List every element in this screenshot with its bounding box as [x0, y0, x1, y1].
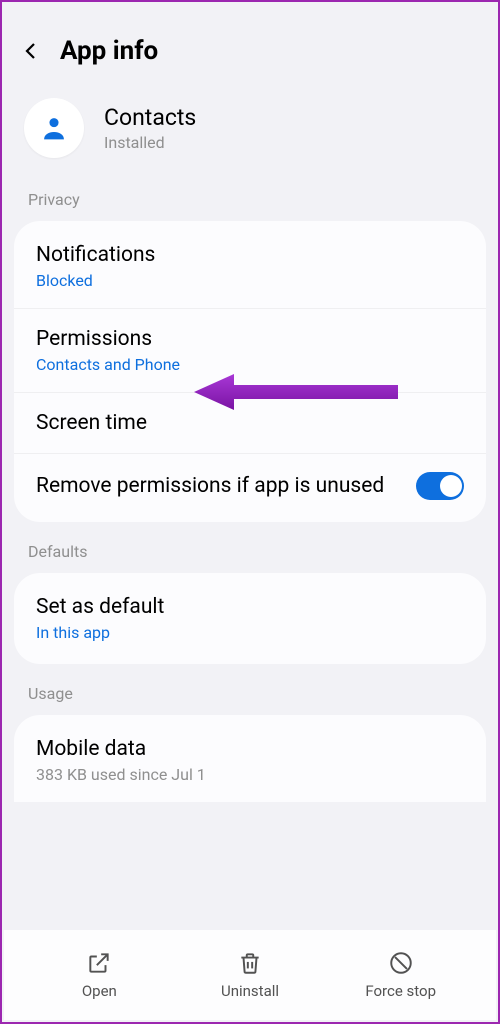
forcestop-label: Force stop — [365, 982, 436, 1000]
notifications-title: Notifications — [36, 243, 464, 267]
uninstall-button[interactable]: Uninstall — [175, 950, 326, 1000]
open-label: Open — [82, 982, 117, 1000]
remove-perms-toggle[interactable] — [416, 472, 464, 500]
screentime-title: Screen time — [36, 411, 464, 435]
permissions-title: Permissions — [36, 327, 464, 351]
trash-icon — [237, 950, 263, 976]
bottom-bar: Open Uninstall Force stop — [4, 930, 496, 1020]
uninstall-label: Uninstall — [221, 982, 279, 1000]
page-title: App info — [60, 36, 158, 66]
notifications-sub: Blocked — [36, 271, 464, 290]
row-screen-time[interactable]: Screen time — [14, 392, 486, 453]
force-stop-button[interactable]: Force stop — [325, 950, 476, 1000]
row-permissions[interactable]: Permissions Contacts and Phone — [14, 308, 486, 392]
set-default-sub: In this app — [36, 623, 464, 642]
row-notifications[interactable]: Notifications Blocked — [14, 225, 486, 308]
section-privacy-label: Privacy — [14, 184, 486, 221]
defaults-card: Set as default In this app — [14, 573, 486, 664]
section-defaults-label: Defaults — [14, 536, 486, 573]
row-set-as-default[interactable]: Set as default In this app — [14, 577, 486, 660]
mobile-data-title: Mobile data — [36, 737, 464, 761]
back-button[interactable] — [20, 40, 42, 62]
usage-card: Mobile data 383 KB used since Jul 1 — [14, 715, 486, 802]
app-name: Contacts — [104, 104, 196, 131]
privacy-card: Notifications Blocked Permissions Contac… — [14, 221, 486, 522]
permissions-sub: Contacts and Phone — [36, 355, 464, 374]
app-header: Contacts Installed — [14, 94, 486, 184]
stop-icon — [388, 950, 414, 976]
set-default-title: Set as default — [36, 595, 464, 619]
open-button[interactable]: Open — [24, 950, 175, 1000]
row-remove-permissions[interactable]: Remove permissions if app is unused — [14, 453, 486, 518]
open-icon — [86, 950, 112, 976]
row-mobile-data[interactable]: Mobile data 383 KB used since Jul 1 — [14, 719, 486, 802]
app-icon — [24, 98, 84, 158]
app-status: Installed — [104, 133, 196, 152]
mobile-data-sub: 383 KB used since Jul 1 — [36, 765, 464, 784]
section-usage-label: Usage — [14, 678, 486, 715]
remove-perms-title: Remove permissions if app is unused — [36, 474, 416, 498]
